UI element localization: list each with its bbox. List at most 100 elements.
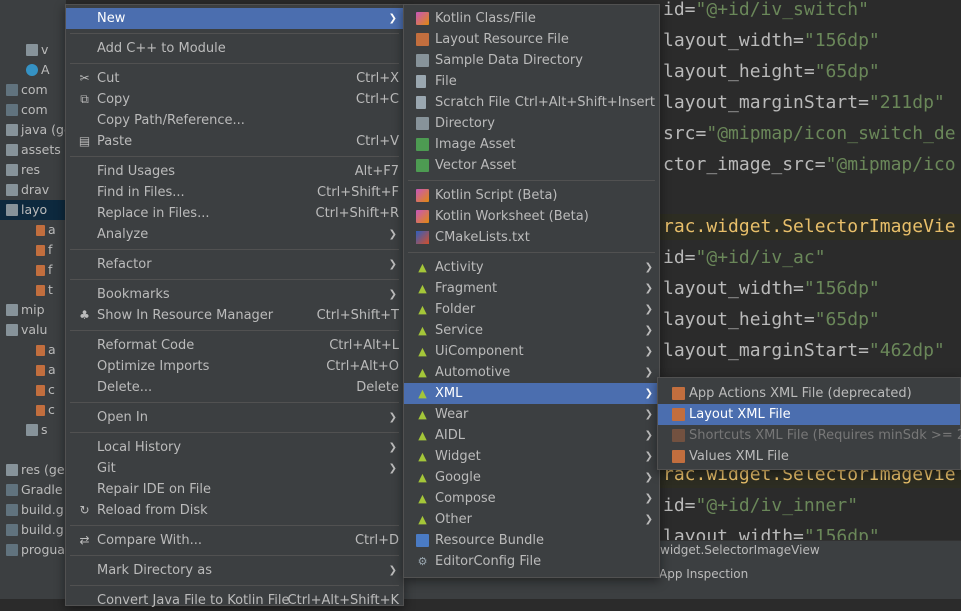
menu-item-reformat-code[interactable]: Reformat Code Ctrl+Alt+L <box>66 335 403 356</box>
new-item-service[interactable]: ▲ Service ❯ <box>404 320 659 341</box>
tree-row[interactable]: a <box>0 220 56 240</box>
new-item-editorconfig-file[interactable]: ⚙ EditorConfig File <box>404 551 659 572</box>
menu-item-label: Fragment <box>435 281 498 296</box>
tree-row[interactable]: build.g <box>0 500 64 520</box>
code-line[interactable]: layout_width="156dp" <box>663 276 880 302</box>
menu-item-refactor[interactable]: Refactor ❯ <box>66 254 403 275</box>
xml-submenu: App Actions XML File (deprecated) Layout … <box>657 377 961 470</box>
tree-row[interactable]: c <box>0 380 55 400</box>
new-item-vector-asset[interactable]: Vector Asset <box>404 155 659 176</box>
menu-item-git[interactable]: Git ❯ <box>66 458 403 479</box>
new-item-layout-resource-file[interactable]: Layout Resource File <box>404 29 659 50</box>
code-line[interactable]: id="@+id/iv_switch" <box>663 0 869 23</box>
new-item-wear[interactable]: ▲ Wear ❯ <box>404 404 659 425</box>
tree-row[interactable]: build.g <box>0 520 64 540</box>
chevron-right-icon: ❯ <box>644 430 653 441</box>
tree-row[interactable]: f <box>0 260 52 280</box>
xml-item-values-xml-file[interactable]: Values XML File <box>658 446 960 467</box>
tree-row[interactable]: a <box>0 340 56 360</box>
menu-item-convert-java-file-to-kotlin-file[interactable]: Convert Java File to Kotlin File Ctrl+Alt… <box>66 590 403 611</box>
menu-item-delete[interactable]: Delete... Delete <box>66 377 403 398</box>
code-line[interactable]: layout_marginStart="211dp" <box>663 90 945 116</box>
new-item-automotive[interactable]: ▲ Automotive ❯ <box>404 362 659 383</box>
menu-item-show-in-resource-manager[interactable]: ♣ Show In Resource Manager Ctrl+Shift+T <box>66 305 403 326</box>
new-item-folder[interactable]: ▲ Folder ❯ <box>404 299 659 320</box>
code-line[interactable]: layout_width="156dp" <box>663 28 880 54</box>
tree-row[interactable]: progua <box>0 540 65 560</box>
menu-item-compare-with[interactable]: ⇄ Compare With... Ctrl+D <box>66 530 403 551</box>
code-line[interactable]: layout_height="65dp" <box>663 307 880 333</box>
tree-row[interactable]: a <box>0 360 56 380</box>
new-item-fragment[interactable]: ▲ Fragment ❯ <box>404 278 659 299</box>
new-item-kotlin-class-file[interactable]: Kotlin Class/File <box>404 8 659 29</box>
menu-item-mark-directory-as[interactable]: Mark Directory as ❯ <box>66 560 403 581</box>
menu-item-repair-ide-on-file[interactable]: Repair IDE on File <box>66 479 403 500</box>
tree-row[interactable]: v <box>0 40 48 60</box>
new-item-aidl[interactable]: ▲ AIDL ❯ <box>404 425 659 446</box>
menu-item-shortcut: Ctrl+Alt+Shift+Insert <box>514 95 655 110</box>
menu-item-copy-path-reference[interactable]: Copy Path/Reference... <box>66 110 403 131</box>
tree-row[interactable]: mip <box>0 300 45 320</box>
tree-row[interactable]: assets <box>0 140 61 160</box>
code-line[interactable]: id="@+id/iv_inner" <box>663 493 858 519</box>
new-item-kotlin-script-beta[interactable]: Kotlin Script (Beta) <box>404 185 659 206</box>
code-line[interactable]: id="@+id/iv_ac" <box>663 245 826 271</box>
new-item-scratch-file[interactable]: Scratch File Ctrl+Alt+Shift+Insert <box>404 92 659 113</box>
menu-item-copy[interactable]: ⧉ Copy Ctrl+C <box>66 89 403 110</box>
new-item-image-asset[interactable]: Image Asset <box>404 134 659 155</box>
tree-row[interactable]: t <box>0 280 53 300</box>
tree-row[interactable]: f <box>0 240 52 260</box>
new-item-widget[interactable]: ▲ Widget ❯ <box>404 446 659 467</box>
code-line[interactable]: layout_height="65dp" <box>663 59 880 85</box>
new-item-directory[interactable]: Directory <box>404 113 659 134</box>
new-item-sample-data-directory[interactable]: Sample Data Directory <box>404 50 659 71</box>
tree-row[interactable]: java (ge <box>0 120 66 140</box>
app-inspection-tab[interactable]: App Inspection <box>659 567 748 581</box>
new-item-cmakelists-txt[interactable]: CMakeLists.txt <box>404 227 659 248</box>
menu-item-local-history[interactable]: Local History ❯ <box>66 437 403 458</box>
code-line[interactable]: rac.widget.SelectorImageVie <box>660 214 961 240</box>
code-line[interactable]: ctor_image_src="@mipmap/ico <box>663 152 956 178</box>
tree-row[interactable]: Gradle Scr <box>0 480 66 500</box>
new-item-google[interactable]: ▲ Google ❯ <box>404 467 659 488</box>
tree-row[interactable]: layo <box>0 200 66 220</box>
new-item-file[interactable]: File <box>404 71 659 92</box>
menu-item-find-in-files[interactable]: Find in Files... Ctrl+Shift+F <box>66 182 403 203</box>
new-item-compose[interactable]: ▲ Compose ❯ <box>404 488 659 509</box>
new-item-xml[interactable]: ▲ XML ❯ <box>404 383 659 404</box>
new-item-other[interactable]: ▲ Other ❯ <box>404 509 659 530</box>
menu-item-replace-in-files[interactable]: Replace in Files... Ctrl+Shift+R <box>66 203 403 224</box>
menu-item-paste[interactable]: ▤ Paste Ctrl+V <box>66 131 403 152</box>
menu-item-analyze[interactable]: Analyze ❯ <box>66 224 403 245</box>
menu-item-open-in[interactable]: Open In ❯ <box>66 407 403 428</box>
menu-item-add-c-to-module[interactable]: Add C++ to Module <box>66 38 403 59</box>
menu-item-label: Convert Java File to Kotlin File <box>97 593 290 608</box>
new-item-uicomponent[interactable]: ▲ UiComponent ❯ <box>404 341 659 362</box>
menu-item-optimize-imports[interactable]: Optimize Imports Ctrl+Alt+O <box>66 356 403 377</box>
tree-row[interactable]: res (ge <box>0 460 65 480</box>
menu-item-find-usages[interactable]: Find Usages Alt+F7 <box>66 161 403 182</box>
tree-row[interactable]: s <box>0 420 48 440</box>
tree-row[interactable]: res <box>0 160 40 180</box>
code-line[interactable]: layout_marginStart="462dp" <box>663 338 945 364</box>
menu-item-cut[interactable]: ✂ Cut Ctrl+X <box>66 68 403 89</box>
new-item-activity[interactable]: ▲ Activity ❯ <box>404 257 659 278</box>
menu-item-label: Cut <box>97 71 120 86</box>
menu-item-reload-from-disk[interactable]: ↻ Reload from Disk <box>66 500 403 521</box>
tree-row[interactable]: com <box>0 80 48 100</box>
tree-row[interactable]: valu <box>0 320 47 340</box>
tree-row[interactable]: drav <box>0 180 49 200</box>
menu-item-label: Bookmarks <box>97 287 170 302</box>
tree-row[interactable]: A <box>0 60 50 80</box>
menu-item-label: Reformat Code <box>97 338 195 353</box>
tree-row[interactable]: com <box>0 100 48 120</box>
new-item-kotlin-worksheet-beta[interactable]: Kotlin Worksheet (Beta) <box>404 206 659 227</box>
menu-item-bookmarks[interactable]: Bookmarks ❯ <box>66 284 403 305</box>
xml-item-layout-xml-file[interactable]: Layout XML File <box>658 404 960 425</box>
tree-row[interactable]: c <box>0 400 55 420</box>
menu-item-new[interactable]: New ❯ <box>66 8 403 29</box>
new-item-resource-bundle[interactable]: Resource Bundle <box>404 530 659 551</box>
code-line[interactable]: src="@mipmap/icon_switch_de <box>663 121 956 147</box>
chevron-right-icon: ❯ <box>644 262 653 273</box>
xml-item-app-actions-xml-file-deprecated[interactable]: App Actions XML File (deprecated) <box>658 383 960 404</box>
